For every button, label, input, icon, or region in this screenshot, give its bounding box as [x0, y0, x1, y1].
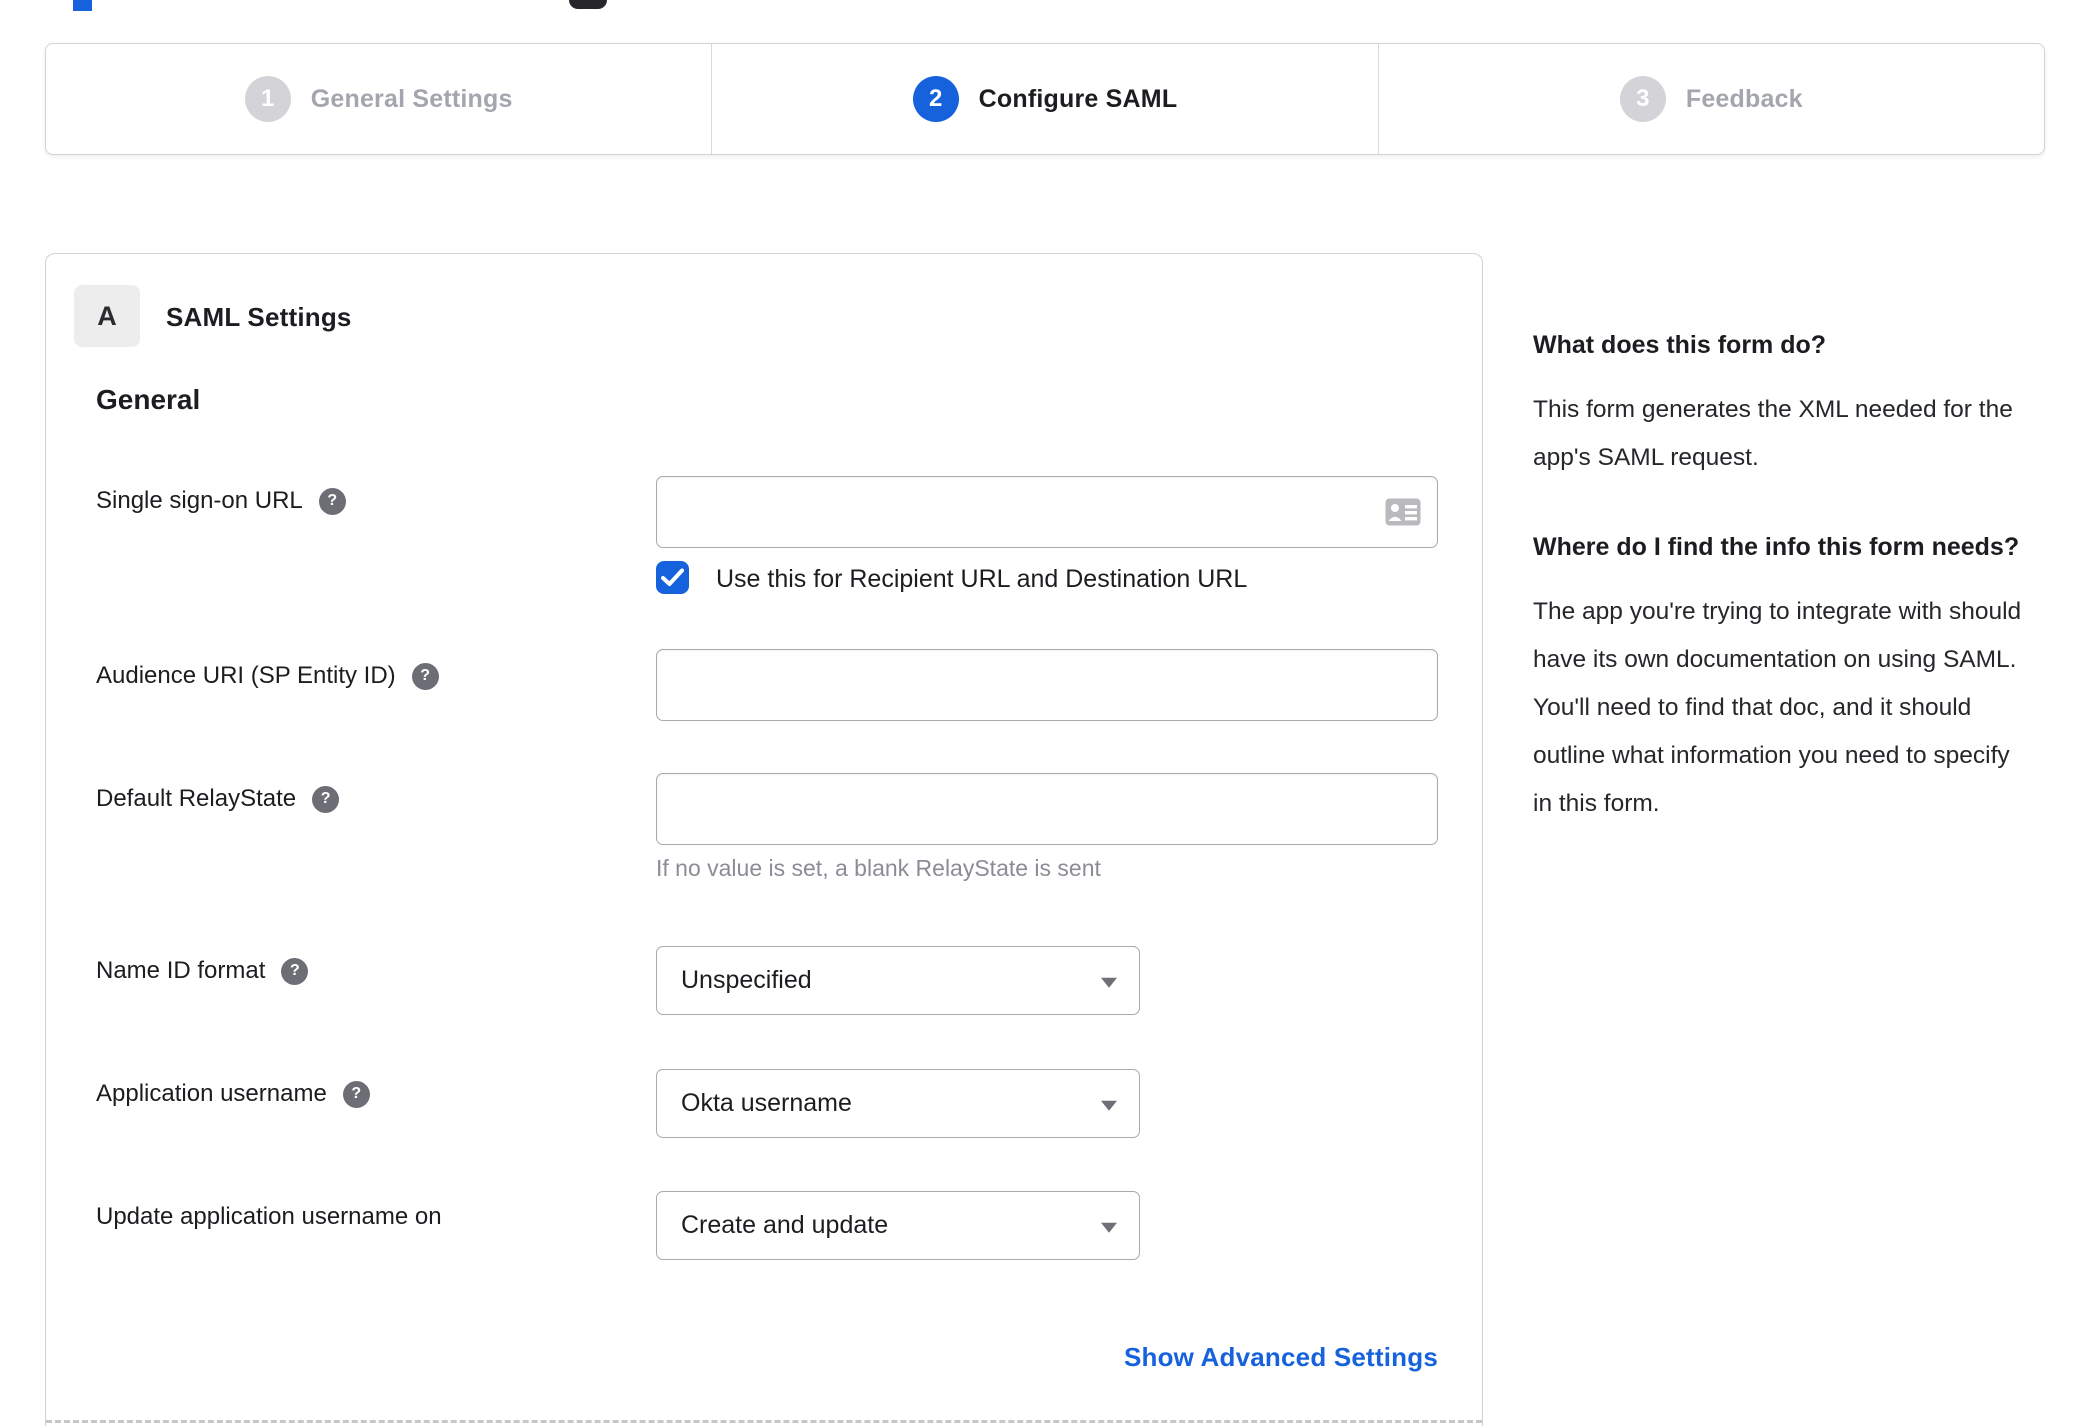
sso-url-input[interactable]	[656, 476, 1438, 548]
app-username-label: Application username	[96, 1080, 327, 1107]
relaystate-input[interactable]	[656, 773, 1438, 845]
update-username-label-row: Update application username on	[96, 1203, 442, 1231]
step-2-number-icon: 2	[912, 76, 959, 122]
step-general-settings[interactable]: 1 General Settings	[46, 44, 711, 154]
relaystate-hint: If no value is set, a blank RelayState i…	[656, 855, 1101, 881]
step-1-label: General Settings	[310, 84, 513, 113]
sidebar-heading-1: What does this form do?	[1533, 331, 1827, 359]
update-username-label: Update application username on	[96, 1203, 442, 1230]
saml-settings-panel: A SAML Settings General Single sign-on U…	[45, 253, 1483, 1426]
update-username-value: Create and update	[681, 1211, 889, 1239]
panel-title: SAML Settings	[166, 302, 352, 332]
sidebar-heading-2: Where do I find the info this form needs…	[1533, 533, 2020, 561]
nameid-format-label-row: Name ID format ?	[96, 957, 309, 985]
relaystate-help-icon[interactable]: ?	[312, 785, 340, 813]
step-3-number-icon: 3	[1619, 76, 1666, 122]
step-1-number-icon: 1	[244, 76, 291, 122]
update-username-select[interactable]: Create and update	[656, 1191, 1140, 1260]
app-username-label-row: Application username ?	[96, 1080, 370, 1108]
step-feedback[interactable]: 3 Feedback	[1377, 44, 2044, 154]
step-configure-saml[interactable]: 2 Configure SAML	[711, 44, 1377, 154]
recipient-url-checkbox-label[interactable]: Use this for Recipient URL and Destinati…	[716, 565, 1247, 594]
general-section-heading: General	[96, 384, 201, 415]
nameid-format-help-icon[interactable]: ?	[281, 957, 309, 985]
cutoff-fragment-dark	[569, 0, 607, 9]
caret-down-icon	[1101, 1100, 1117, 1111]
audience-uri-label: Audience URI (SP Entity ID)	[96, 662, 396, 689]
sidebar-body-1: This form generates the XML needed for t…	[1533, 396, 2013, 471]
relaystate-label-row: Default RelayState ?	[96, 785, 340, 813]
audience-uri-label-row: Audience URI (SP Entity ID) ?	[96, 662, 439, 690]
sidebar-body-2: The app you're trying to integrate with …	[1533, 598, 2022, 817]
app-username-select[interactable]: Okta username	[656, 1069, 1140, 1138]
cutoff-fragment-blue	[73, 0, 92, 11]
audience-uri-help-icon[interactable]: ?	[411, 662, 439, 690]
sso-url-label: Single sign-on URL	[96, 487, 303, 514]
app-username-value: Okta username	[681, 1089, 852, 1117]
nameid-format-select[interactable]: Unspecified	[656, 946, 1140, 1015]
nameid-format-label: Name ID format	[96, 957, 266, 984]
step-2-label: Configure SAML	[978, 84, 1178, 113]
recipient-url-checkbox[interactable]	[656, 561, 689, 594]
dashed-section-divider	[46, 1420, 1482, 1423]
app-username-help-icon[interactable]: ?	[342, 1080, 370, 1108]
nameid-format-value: Unspecified	[681, 966, 812, 994]
caret-down-icon	[1101, 977, 1117, 988]
sso-url-help-icon[interactable]: ?	[318, 487, 346, 515]
show-advanced-settings-link[interactable]: Show Advanced Settings	[656, 1342, 1438, 1373]
sso-url-label-row: Single sign-on URL ?	[96, 487, 346, 515]
sso-url-input-wrap	[656, 476, 1438, 548]
relaystate-label: Default RelayState	[96, 785, 297, 812]
audience-uri-input[interactable]	[656, 649, 1438, 721]
saml-wizard-page: 1 General Settings 2 Configure SAML 3 Fe…	[0, 0, 2092, 1426]
section-a-badge: A	[74, 285, 140, 347]
help-sidebar: What does this form do? This form genera…	[1533, 326, 2025, 828]
caret-down-icon	[1101, 1222, 1117, 1233]
step-3-label: Feedback	[1685, 84, 1803, 113]
checkmark-icon	[661, 568, 684, 586]
wizard-stepper: 1 General Settings 2 Configure SAML 3 Fe…	[45, 43, 2045, 155]
